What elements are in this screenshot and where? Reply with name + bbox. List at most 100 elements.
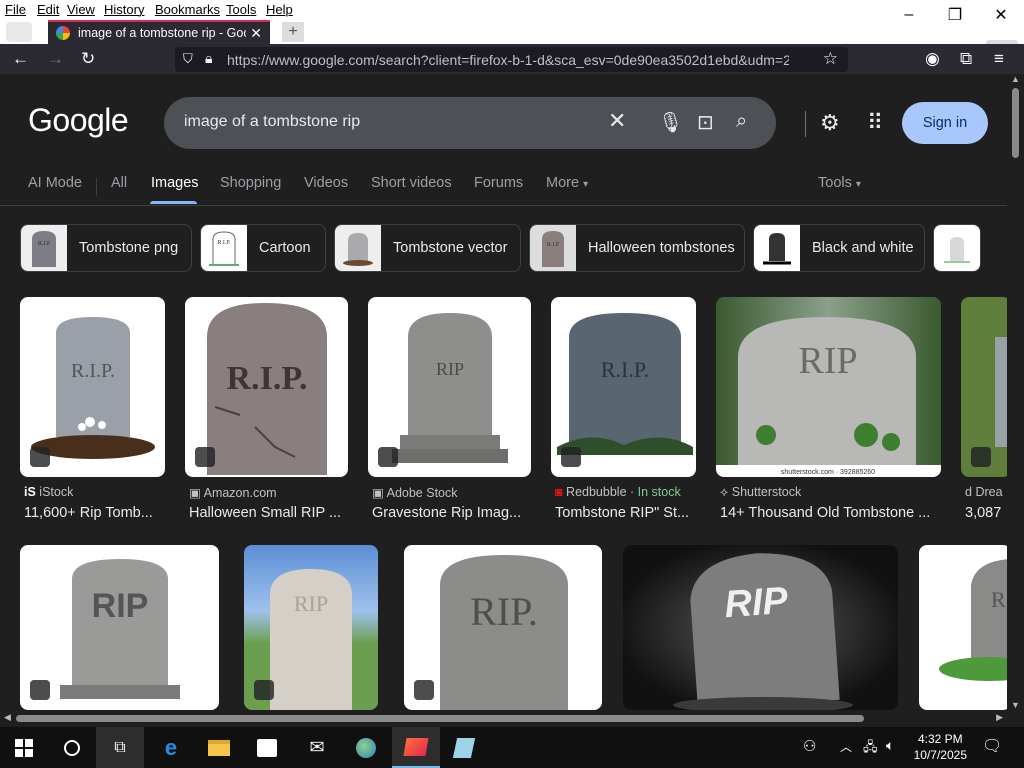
tab-more[interactable]: More ▾ bbox=[546, 175, 588, 191]
menu-bookmarks[interactable]: Bookmarks bbox=[155, 2, 220, 17]
taskbar-edge[interactable]: e bbox=[147, 727, 195, 768]
forward-icon[interactable]: → bbox=[47, 49, 64, 69]
tab-ai-mode[interactable]: AI Mode bbox=[28, 175, 82, 191]
taskbar-store[interactable] bbox=[243, 727, 291, 768]
vertical-scrollbar[interactable]: ▲ ▼ bbox=[1007, 74, 1024, 710]
result-image[interactable]: RIP shutterstock.com · 392885260 bbox=[716, 297, 941, 477]
start-button[interactable] bbox=[0, 727, 48, 768]
tools-button[interactable]: Tools ▾ bbox=[818, 175, 861, 191]
tab-all[interactable]: All bbox=[111, 175, 127, 191]
result-title[interactable]: Tombstone RIP" St... bbox=[555, 505, 696, 521]
scroll-right-arrow-icon[interactable]: ▶ bbox=[996, 712, 1003, 723]
account-icon[interactable]: ◉ bbox=[925, 49, 940, 69]
result-source[interactable]: d Drea bbox=[965, 485, 1003, 499]
chip-halloween-tombstones[interactable]: R.I.P Halloween tombstones bbox=[529, 224, 745, 272]
action-center-icon[interactable]: 🗨︎ bbox=[982, 736, 1002, 756]
voice-search-icon[interactable]: 🎙︎ bbox=[658, 110, 683, 135]
search-box[interactable]: ✕ 🎙︎ ⊡ ⌕ bbox=[164, 97, 806, 149]
image-result[interactable]: RIP. bbox=[404, 545, 602, 710]
result-title[interactable]: 3,087 bbox=[965, 505, 1007, 521]
taskbar-globe-app[interactable] bbox=[342, 727, 390, 768]
active-tab[interactable]: image of a tombstone rip - Goo ✕ bbox=[48, 20, 270, 44]
vertical-scroll-thumb[interactable] bbox=[1012, 88, 1019, 158]
image-result[interactable]: R.I.P. ◙ Redbubble · In stock Tombstone … bbox=[551, 297, 696, 537]
tab-forums[interactable]: Forums bbox=[474, 175, 523, 191]
image-result[interactable]: R.I.P. ▣ Amazon.com Halloween Small RIP … bbox=[185, 297, 348, 537]
tab-short-videos[interactable]: Short videos bbox=[371, 175, 452, 191]
scroll-up-arrow-icon[interactable]: ▲ bbox=[1011, 74, 1020, 84]
chip-more[interactable] bbox=[933, 224, 981, 272]
image-result[interactable]: RIP ▣ Adobe Stock Gravestone Rip Imag... bbox=[368, 297, 531, 537]
result-source[interactable]: ▣ Adobe Stock bbox=[372, 485, 458, 500]
image-result[interactable]: R.I.P. iS iStock 11,600+ Rip Tomb... bbox=[20, 297, 165, 537]
network-icon[interactable]: 🖧︎ bbox=[863, 738, 878, 760]
clear-search-icon[interactable]: ✕ bbox=[608, 108, 626, 134]
image-result[interactable]: R bbox=[919, 545, 1007, 710]
close-tab-icon[interactable]: ✕ bbox=[250, 25, 262, 42]
image-result[interactable]: RIP shutterstock.com · 392885260 ⟡ Shutte… bbox=[716, 297, 941, 537]
image-result[interactable]: RIP bbox=[20, 545, 219, 710]
menu-help[interactable]: Help bbox=[266, 2, 293, 17]
tab-shopping[interactable]: Shopping bbox=[220, 175, 281, 191]
tab-images[interactable]: Images bbox=[151, 175, 199, 191]
result-source[interactable]: iS iStock bbox=[24, 485, 73, 499]
menu-view[interactable]: View bbox=[67, 2, 95, 17]
chip-tombstone-png[interactable]: R.I.P Tombstone png bbox=[20, 224, 192, 272]
taskbar-mail[interactable]: ✉ bbox=[293, 727, 341, 768]
shield-icon[interactable]: ⛉ bbox=[183, 51, 193, 67]
image-result[interactable]: RIP bbox=[244, 545, 378, 710]
chip-cartoon[interactable]: R.I.P. Cartoon bbox=[200, 224, 326, 272]
extensions-icon[interactable]: ⧉ bbox=[960, 49, 972, 69]
search-icon[interactable]: ⌕ bbox=[736, 110, 747, 133]
scroll-left-arrow-icon[interactable]: ◀ bbox=[4, 712, 11, 723]
menu-history[interactable]: History bbox=[104, 2, 144, 17]
volume-muted-icon[interactable]: 🔈︎ bbox=[886, 737, 894, 754]
horizontal-scroll-thumb[interactable] bbox=[16, 715, 864, 722]
back-icon[interactable]: ← bbox=[12, 49, 29, 69]
chip-tombstone-vector[interactable]: Tombstone vector bbox=[334, 224, 521, 272]
scroll-down-arrow-icon[interactable]: ▼ bbox=[1011, 700, 1020, 710]
menu-tools[interactable]: Tools bbox=[226, 2, 256, 17]
search-taskbar-button[interactable] bbox=[48, 727, 96, 768]
horizontal-scrollbar[interactable]: ◀ ▶ bbox=[0, 710, 1007, 727]
result-source[interactable]: ◙ Redbubble · In stock bbox=[555, 485, 681, 499]
result-title[interactable]: 14+ Thousand Old Tombstone ... bbox=[720, 505, 941, 521]
apps-grid-icon[interactable]: ⠿ bbox=[867, 110, 883, 136]
taskbar-firefox[interactable] bbox=[392, 727, 440, 768]
menu-edit[interactable]: Edit bbox=[37, 2, 59, 17]
firefox-view-button[interactable] bbox=[6, 22, 32, 42]
image-result[interactable]: d Drea 3,087 bbox=[961, 297, 1007, 537]
lens-search-icon[interactable]: ⊡ bbox=[697, 110, 714, 135]
result-source[interactable]: ⟡ Shutterstock bbox=[720, 485, 801, 500]
result-title[interactable]: 11,600+ Rip Tomb... bbox=[24, 505, 165, 521]
close-window-button[interactable]: ✕ bbox=[978, 0, 1024, 30]
tab-videos[interactable]: Videos bbox=[304, 175, 348, 191]
menu-file[interactable]: File bbox=[5, 2, 26, 17]
image-result[interactable]: RIP bbox=[623, 545, 898, 710]
show-hidden-icons-chevron-icon[interactable]: ︿ bbox=[840, 738, 852, 755]
sign-in-button[interactable]: Sign in bbox=[902, 102, 988, 144]
taskbar-notepad[interactable] bbox=[440, 727, 488, 768]
bookmark-star-icon[interactable]: ☆ bbox=[823, 49, 838, 69]
people-icon[interactable]: ⚇ bbox=[803, 737, 816, 755]
system-clock[interactable]: 4:32 PM 10/7/2025 bbox=[914, 731, 967, 763]
restore-button[interactable]: ❐ bbox=[932, 0, 978, 30]
result-title[interactable]: Gravestone Rip Imag... bbox=[372, 505, 531, 521]
minimize-button[interactable]: – bbox=[886, 0, 932, 30]
url-bar[interactable]: ⛉ 🔒︎ https://www.google.com/search?clien… bbox=[175, 47, 848, 72]
result-image[interactable]: RIP bbox=[623, 545, 898, 710]
url-text[interactable]: https://www.google.com/search?client=fir… bbox=[227, 52, 789, 68]
google-logo[interactable]: Google bbox=[28, 102, 129, 139]
settings-gear-icon[interactable]: ⚙ bbox=[820, 110, 840, 136]
result-title[interactable]: Halloween Small RIP ... bbox=[189, 505, 348, 521]
search-input[interactable] bbox=[184, 113, 604, 131]
result-image[interactable]: R bbox=[919, 545, 1007, 710]
chip-black-and-white[interactable]: Black and white bbox=[753, 224, 925, 272]
reload-icon[interactable]: ↻ bbox=[81, 49, 95, 69]
app-menu-icon[interactable]: ≡ bbox=[994, 49, 1004, 69]
task-view-button[interactable]: ⧉ bbox=[96, 727, 144, 768]
result-source[interactable]: ▣ Amazon.com bbox=[189, 485, 277, 500]
new-tab-button[interactable]: + bbox=[282, 22, 304, 42]
taskbar-file-explorer[interactable] bbox=[195, 727, 243, 768]
lock-icon[interactable]: 🔒︎ bbox=[205, 50, 212, 67]
